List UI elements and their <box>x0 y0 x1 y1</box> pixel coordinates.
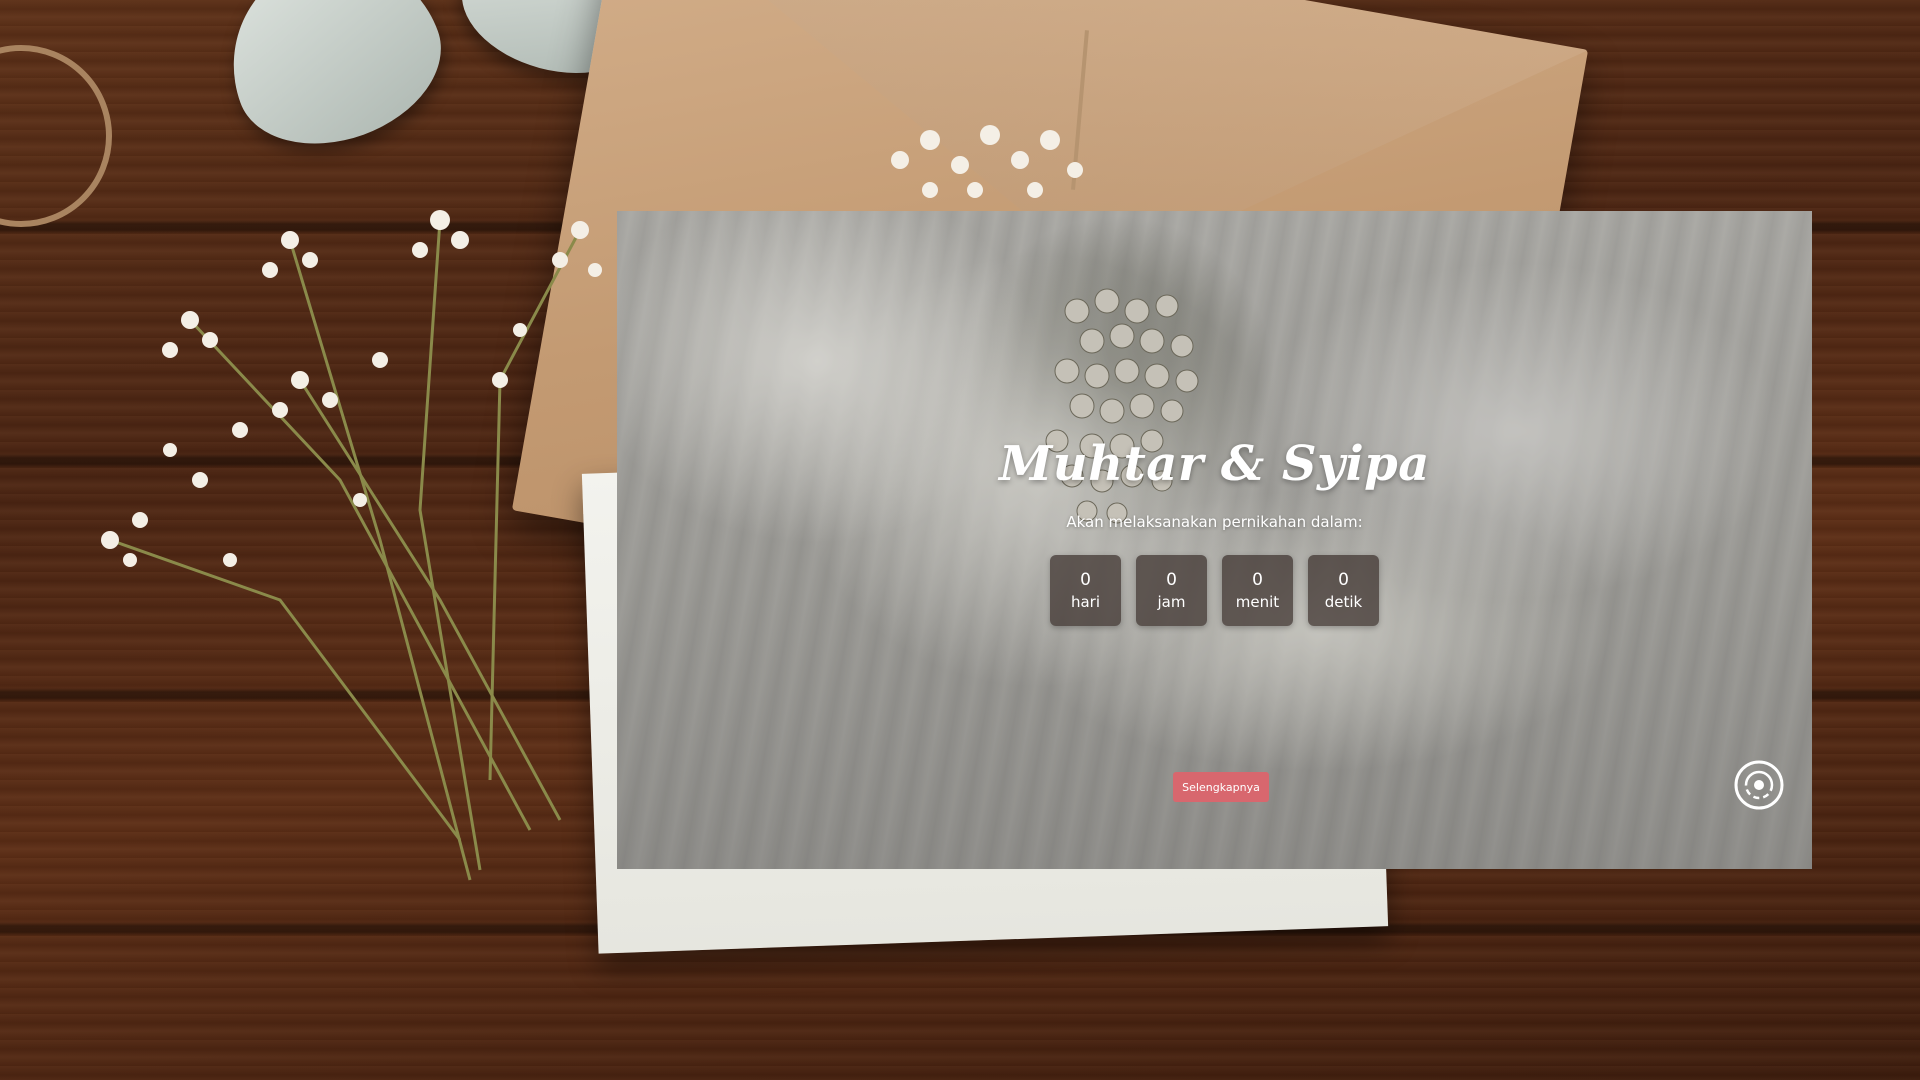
countdown-subtitle: Akan melaksanakan pernikahan dalam: <box>1066 513 1363 531</box>
countdown-seconds: 0 detik <box>1308 555 1379 626</box>
countdown-unit: hari <box>1070 592 1101 611</box>
countdown-unit: jam <box>1157 592 1186 611</box>
countdown-days: 0 hari <box>1050 555 1121 626</box>
hero-section: Muhtar & Syipa Akan melaksanakan pernika… <box>617 211 1812 869</box>
disc-icon <box>1734 760 1784 810</box>
countdown-value: 0 <box>1338 569 1349 590</box>
page-background: Muhtar & Syipa Akan melaksanakan pernika… <box>0 0 1920 1080</box>
music-toggle-button[interactable] <box>1733 759 1785 811</box>
countdown-hours: 0 jam <box>1136 555 1207 626</box>
countdown-unit: detik <box>1324 592 1363 611</box>
countdown-value: 0 <box>1252 569 1263 590</box>
babys-breath-decoration <box>891 125 1083 198</box>
countdown-value: 0 <box>1080 569 1091 590</box>
countdown-unit: menit <box>1235 592 1280 611</box>
couple-names-title: Muhtar & Syipa <box>999 436 1430 492</box>
more-details-button[interactable]: Selengkapnya <box>1173 772 1269 802</box>
countdown-value: 0 <box>1166 569 1177 590</box>
stone-decoration <box>203 0 463 171</box>
countdown-timer: 0 hari 0 jam 0 menit 0 detik <box>617 555 1812 626</box>
babys-breath-decoration <box>101 210 602 881</box>
countdown-minutes: 0 menit <box>1222 555 1293 626</box>
hero-content: Muhtar & Syipa Akan melaksanakan pernika… <box>617 211 1812 869</box>
